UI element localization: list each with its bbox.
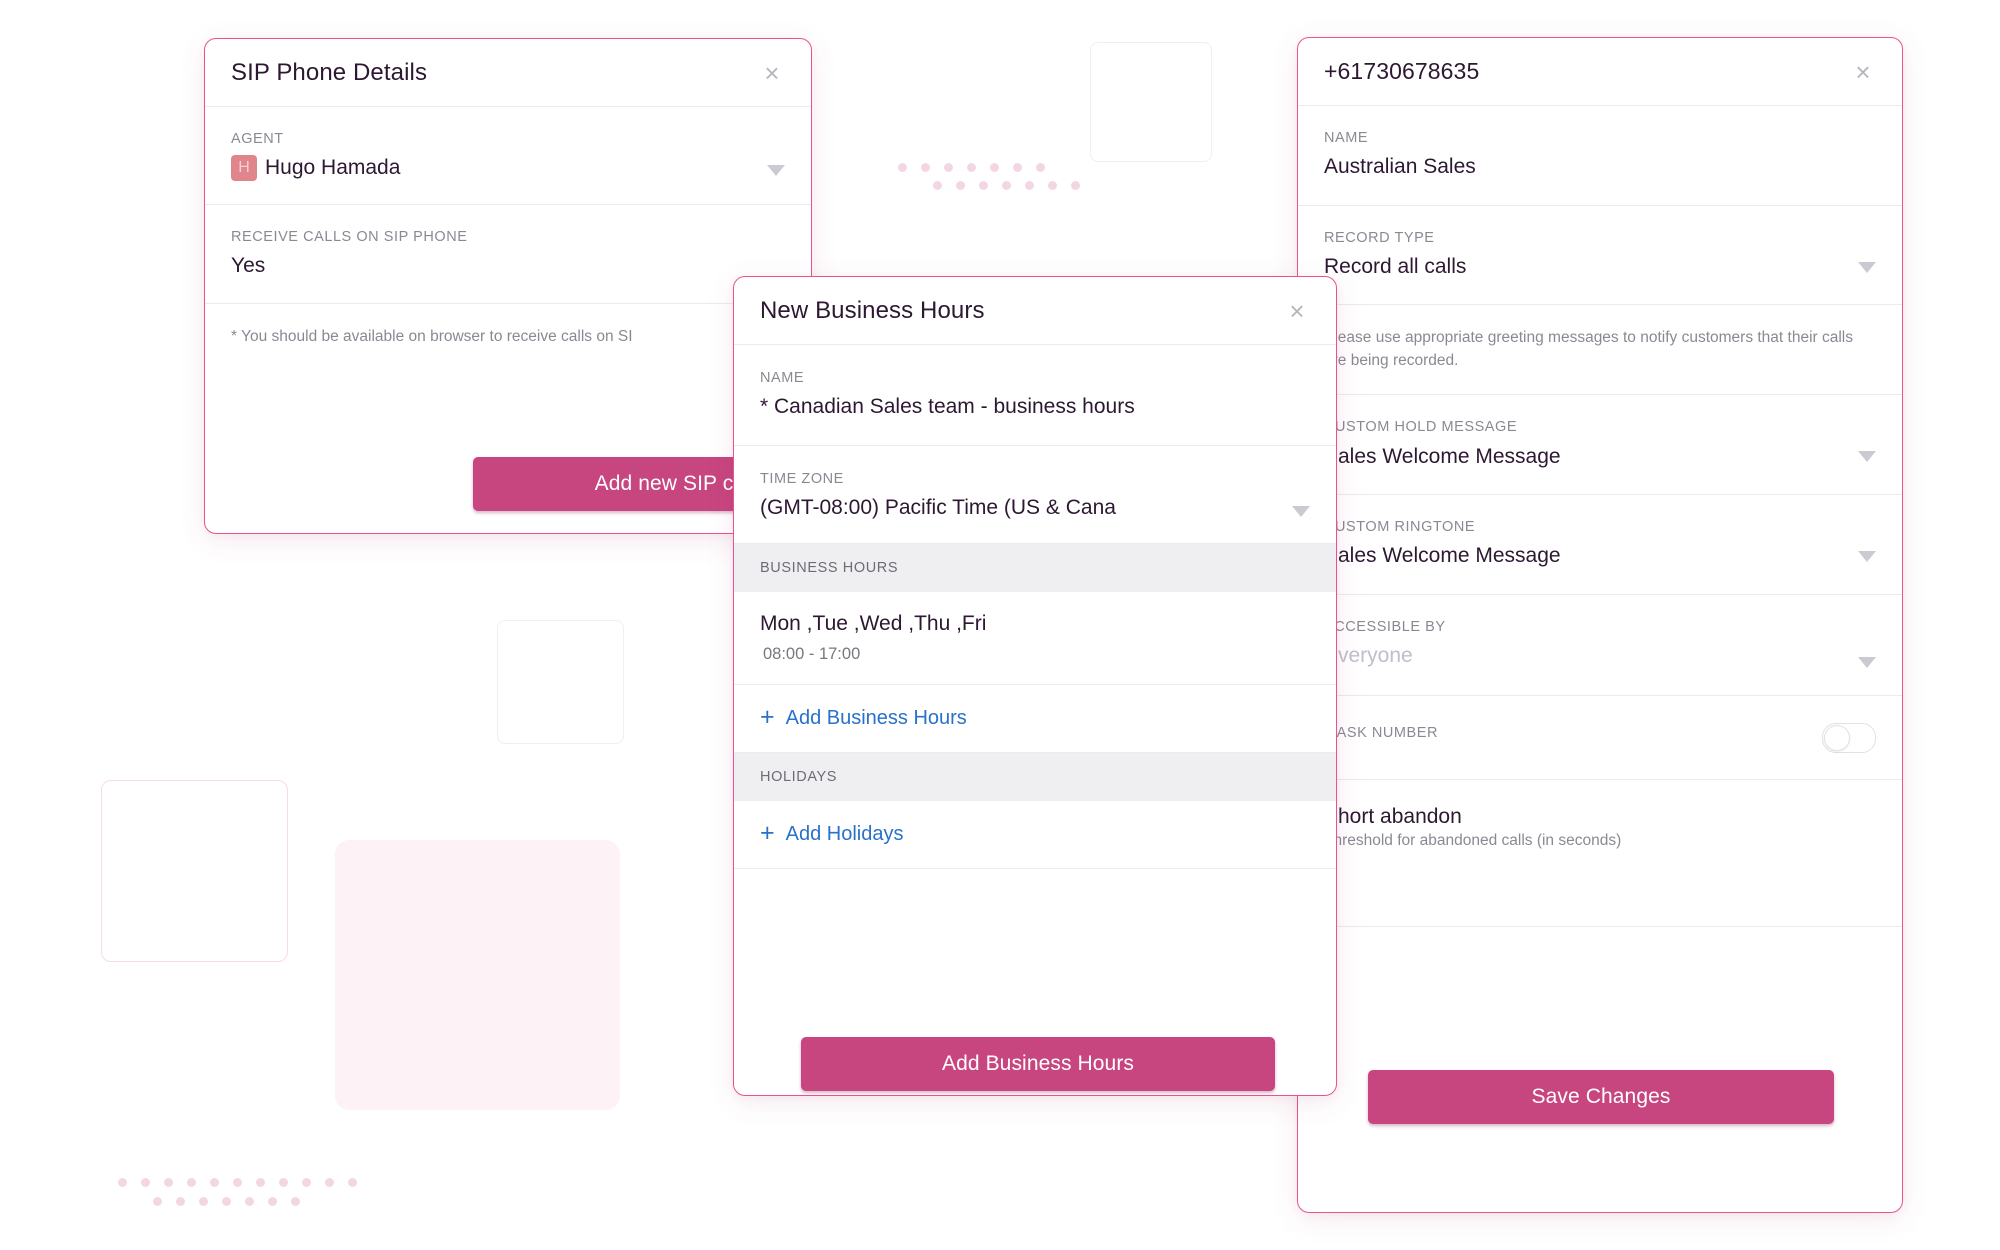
chevron-down-icon[interactable] bbox=[1858, 451, 1876, 463]
custom-hold-message-value: Sales Welcome Message bbox=[1324, 444, 1561, 468]
recording-note: Please use appropriate greeting messages… bbox=[1324, 329, 1853, 369]
sip-note-row: * You should be available on browser to … bbox=[205, 304, 811, 366]
add-business-hours-link-label: Add Business Hours bbox=[785, 707, 967, 730]
number-panel-header: +61730678635 × bbox=[1298, 38, 1902, 106]
name-label: NAME bbox=[760, 370, 805, 386]
short-abandon-input[interactable]: 5 bbox=[1324, 876, 1876, 900]
custom-ringtone-label: CUSTOM RINGTONE bbox=[1324, 518, 1476, 535]
decorative-dots-bottom bbox=[118, 1178, 358, 1218]
sip-phone-details-panel: SIP Phone Details × AGENT H Hugo Hamada R… bbox=[204, 38, 812, 534]
custom-hold-message-field[interactable]: CUSTOM HOLD MESSAGE Sales Welcome Messag… bbox=[1298, 395, 1902, 495]
avatar: H bbox=[231, 155, 257, 182]
number-details-panel: +61730678635 × NAME Australian Sales REC… bbox=[1297, 37, 1903, 1213]
page-title: New Business Hours bbox=[760, 296, 985, 324]
sip-panel-header: SIP Phone Details × bbox=[205, 39, 811, 107]
record-type-value: Record all calls bbox=[1324, 255, 1467, 279]
time-zone-value: (GMT-08:00) Pacific Time (US & Cana bbox=[760, 496, 1116, 520]
new-business-hours-panel: New Business Hours × NAME * Canadian Sal… bbox=[733, 276, 1337, 1096]
short-abandon-field[interactable]: Short abandon Threshold for abandoned ca… bbox=[1298, 780, 1902, 928]
business-hours-time: 08:00 - 17:00 bbox=[763, 645, 861, 664]
name-input[interactable]: * Canadian Sales team - business hours bbox=[760, 394, 1310, 420]
chevron-down-icon[interactable] bbox=[767, 165, 785, 176]
time-zone-field[interactable]: TIME ZONE (GMT-08:00) Pacific Time (US &… bbox=[734, 446, 1336, 545]
decorative-outline-square-top bbox=[1090, 42, 1212, 162]
name-label: NAME bbox=[1324, 130, 1369, 146]
agent-label: AGENT bbox=[231, 131, 284, 147]
business-hours-panel-header: New Business Hours × bbox=[734, 277, 1336, 345]
receive-calls-label: RECEIVE CALLS ON SIP PHONE bbox=[231, 228, 468, 245]
number-name-field[interactable]: NAME Australian Sales bbox=[1298, 106, 1902, 206]
sip-availability-note: * You should be available on browser to … bbox=[231, 328, 633, 346]
accessible-by-field[interactable]: ACCESSIBLE BY Everyone bbox=[1298, 595, 1902, 697]
holidays-section-header: HOLIDAYS bbox=[734, 753, 1336, 802]
add-business-hours-button[interactable]: Add Business Hours bbox=[801, 1037, 1275, 1091]
decorative-dots-top bbox=[898, 155, 1080, 195]
chevron-down-icon[interactable] bbox=[1858, 261, 1876, 273]
business-hours-section-header: BUSINESS HOURS bbox=[734, 544, 1336, 593]
close-icon[interactable]: × bbox=[759, 60, 785, 86]
accessible-by-label: ACCESSIBLE BY bbox=[1324, 618, 1446, 635]
receive-calls-field[interactable]: RECEIVE CALLS ON SIP PHONE Yes bbox=[205, 205, 811, 305]
agent-field[interactable]: AGENT H Hugo Hamada bbox=[205, 107, 811, 205]
receive-calls-value: Yes bbox=[231, 254, 266, 278]
decorative-filled-square bbox=[335, 840, 620, 1110]
accessible-by-value: Everyone bbox=[1324, 643, 1413, 667]
record-type-field[interactable]: RECORD TYPE Record all calls bbox=[1298, 206, 1902, 306]
business-hours-days: Mon ,Tue ,Wed ,Thu ,Fri bbox=[760, 612, 987, 636]
business-hours-name-field[interactable]: NAME * Canadian Sales team - business ho… bbox=[734, 345, 1336, 446]
recording-note-row: Please use appropriate greeting messages… bbox=[1298, 305, 1902, 396]
decorative-outline-square-mid bbox=[497, 620, 624, 744]
plus-icon: + bbox=[760, 703, 775, 732]
mask-number-toggle[interactable] bbox=[1822, 722, 1876, 753]
mask-number-field[interactable]: MASK NUMBER bbox=[1298, 696, 1902, 781]
close-icon[interactable]: × bbox=[1850, 59, 1876, 85]
close-icon[interactable]: × bbox=[1284, 298, 1310, 324]
chevron-down-icon[interactable] bbox=[1858, 550, 1876, 562]
custom-ringtone-value: Sales Welcome Message bbox=[1324, 544, 1561, 568]
mask-number-label: MASK NUMBER bbox=[1324, 725, 1439, 742]
page-title: +61730678635 bbox=[1324, 58, 1480, 84]
agent-value: H Hugo Hamada bbox=[231, 155, 785, 182]
chevron-down-icon[interactable] bbox=[1858, 656, 1876, 668]
add-holidays-link-label: Add Holidays bbox=[785, 823, 904, 846]
name-value: Australian Sales bbox=[1324, 155, 1476, 179]
short-abandon-caption: Threshold for abandoned calls (in second… bbox=[1324, 832, 1622, 850]
toggle-knob bbox=[1824, 724, 1850, 751]
add-business-hours-link[interactable]: + Add Business Hours bbox=[734, 685, 1336, 754]
add-holidays-link[interactable]: + Add Holidays bbox=[734, 801, 1336, 870]
custom-hold-message-label: CUSTOM HOLD MESSAGE bbox=[1324, 419, 1518, 436]
custom-ringtone-field[interactable]: CUSTOM RINGTONE Sales Welcome Message bbox=[1298, 495, 1902, 595]
time-zone-label: TIME ZONE bbox=[760, 470, 844, 487]
save-changes-button[interactable]: Save Changes bbox=[1368, 1070, 1834, 1124]
short-abandon-title: Short abandon bbox=[1324, 805, 1462, 829]
business-hours-entry[interactable]: Mon ,Tue ,Wed ,Thu ,Fri 08:00 - 17:00 bbox=[734, 592, 1336, 686]
record-type-label: RECORD TYPE bbox=[1324, 229, 1435, 246]
plus-icon: + bbox=[760, 819, 775, 848]
decorative-outline-square-left bbox=[101, 780, 288, 962]
page-title: SIP Phone Details bbox=[231, 58, 428, 86]
agent-name: Hugo Hamada bbox=[265, 156, 401, 180]
chevron-down-icon[interactable] bbox=[1292, 505, 1310, 517]
